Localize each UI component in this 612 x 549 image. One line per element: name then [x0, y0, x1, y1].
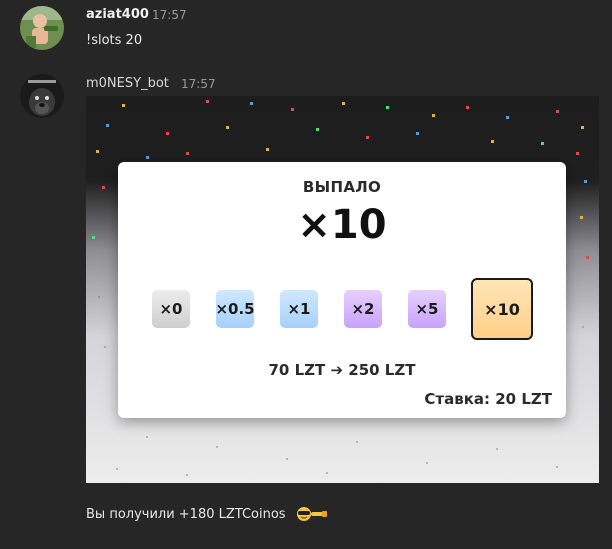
bot-timestamp: 17:57: [181, 77, 216, 91]
user-avatar[interactable]: [20, 6, 64, 50]
username[interactable]: aziat400: [86, 7, 149, 22]
multiplier-tile-x10-selected: ×10: [471, 278, 533, 340]
result-multiplier: ×10: [297, 202, 387, 248]
bet-text: Ставка: 20 LZT: [424, 390, 552, 408]
bot-username[interactable]: m0NESY_bot: [86, 76, 169, 91]
slots-result-image[interactable]: ВЫПАЛО ×10 ×0 ×0.5 ×1 ×2 ×5 ×10 70 LZT ➔…: [86, 96, 599, 483]
conversion-text: 70 LZT ➔ 250 LZT: [268, 361, 416, 379]
child-photo-avatar-icon: [20, 6, 64, 50]
sunglasses-face-emoji-icon: [297, 507, 327, 521]
multiplier-tile-x0.5: ×0.5: [215, 290, 255, 328]
multiplier-tile-x1: ×1: [280, 290, 318, 328]
multiplier-tile-x2: ×2: [344, 290, 382, 328]
result-card: ВЫПАЛО ×10 ×0 ×0.5 ×1 ×2 ×5 ×10 70 LZT ➔…: [118, 162, 566, 418]
bot-result-text: Вы получили +180 LZTCoinos: [86, 507, 286, 522]
multiplier-tile-x5: ×5: [408, 290, 446, 328]
multiplier-tile-x0: ×0: [152, 290, 190, 328]
timestamp: 17:57: [152, 8, 187, 22]
result-title: ВЫПАЛО: [302, 178, 382, 196]
message-aziat400: aziat400 17:57 !slots 20: [0, 0, 612, 60]
dog-photo-avatar-icon: [20, 74, 64, 118]
bot-avatar[interactable]: [20, 74, 64, 118]
message-text: !slots 20: [86, 33, 143, 48]
